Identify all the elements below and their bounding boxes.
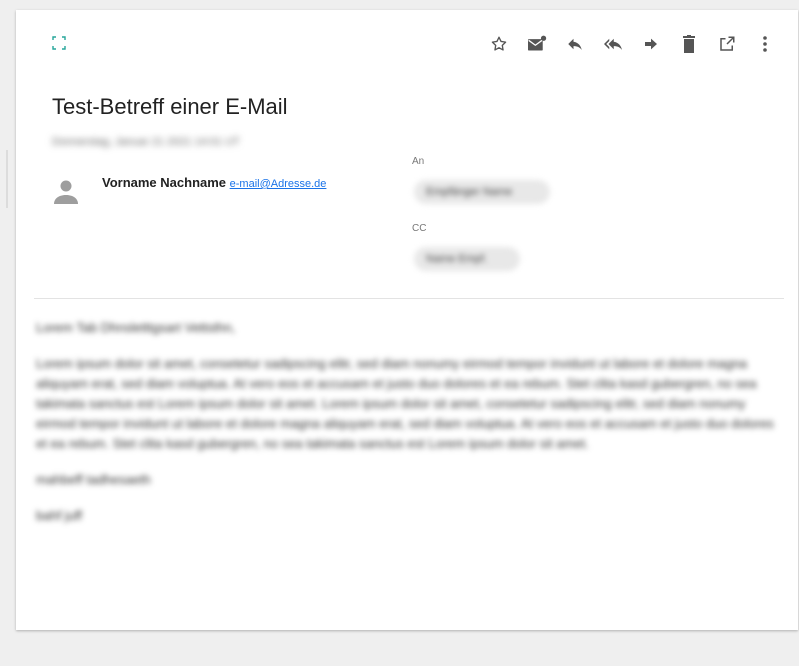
message-toolbar — [480, 32, 784, 56]
sender-name: Vorname Nachname — [102, 175, 227, 190]
star-button[interactable] — [480, 32, 518, 56]
email-date: Donnerstag, Januar 21 2021 14:01 UT — [52, 136, 240, 148]
sender-email-link[interactable]: e-mail@Adresse.de — [230, 178, 327, 190]
open-external-button[interactable] — [708, 32, 746, 56]
avatar-icon — [53, 178, 79, 206]
body-paragraph: Lorem ipsum dolor sit amet, consetetur s… — [36, 356, 774, 451]
header-divider — [34, 298, 784, 299]
to-recipient-chip[interactable]: Empfänger Name — [414, 180, 550, 204]
body-signature: bahf juff — [36, 508, 83, 523]
email-card: Test-Betreff einer E-Mail Donnerstag, Ja… — [16, 10, 798, 630]
forward-icon — [645, 38, 657, 50]
reply-all-button[interactable] — [594, 32, 632, 56]
mark-unread-button[interactable] — [518, 32, 556, 56]
panel-edge — [6, 150, 8, 208]
open-external-icon — [720, 36, 735, 51]
cc-recipient-chip[interactable]: Name Empf. — [414, 247, 520, 271]
body-greeting: Lorem Tab Dhnsletttgsart Vettsthn, — [36, 320, 236, 335]
more-options-button[interactable] — [746, 32, 784, 56]
body-closing: mahbeff tadhesaeth — [36, 472, 151, 487]
delete-button[interactable] — [670, 32, 708, 56]
sender-block: Vorname Nachname e-mail@Adresse.de — [102, 174, 362, 193]
reply-icon — [568, 38, 582, 50]
forward-button[interactable] — [632, 32, 670, 56]
email-body: Lorem Tab Dhnsletttgsart Vettsthn, Lorem… — [36, 318, 776, 542]
mark-unread-icon — [528, 35, 547, 51]
more-vert-icon — [763, 36, 767, 52]
delete-icon — [683, 35, 695, 53]
email-subject: Test-Betreff einer E-Mail — [52, 94, 288, 119]
to-label: An — [412, 156, 425, 167]
expand-icon[interactable] — [52, 36, 66, 50]
star-icon — [491, 36, 507, 51]
reply-button[interactable] — [556, 32, 594, 56]
reply-all-icon — [604, 38, 622, 50]
cc-label: CC — [412, 223, 427, 234]
